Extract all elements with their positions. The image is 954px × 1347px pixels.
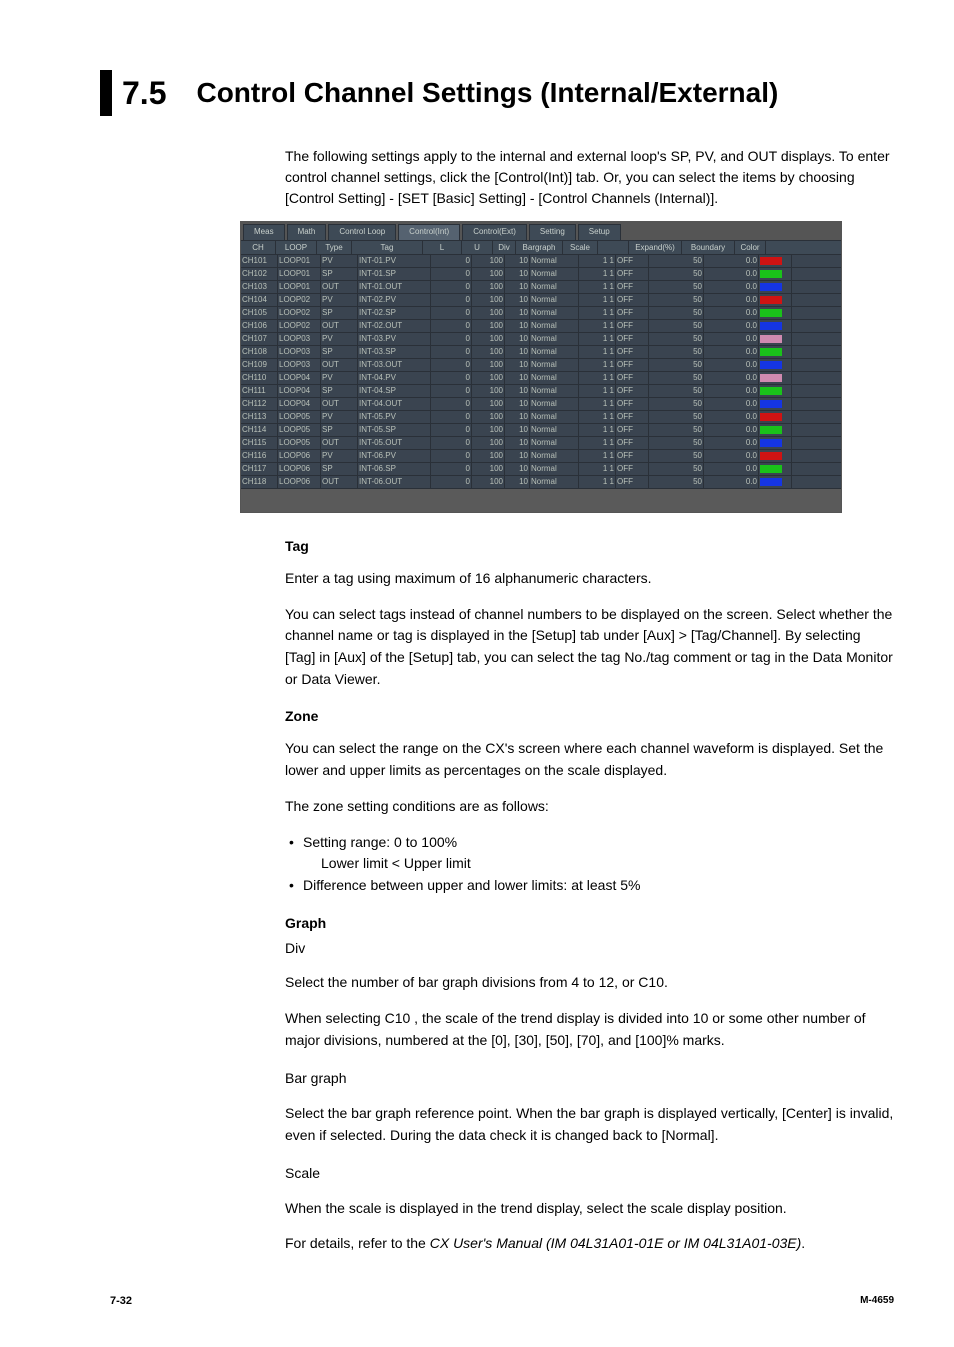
table-row: CH115LOOP05OUTINT-05.OUT010010Normal1 1O… bbox=[241, 437, 841, 450]
table-row: CH102LOOP01SPINT-01.SP010010Normal1 1OFF… bbox=[241, 268, 841, 281]
embedded-tab: Setup bbox=[578, 224, 621, 240]
zone-bullet-1a: Setting range: 0 to 100% bbox=[303, 834, 457, 850]
table-row: CH113LOOP05PVINT-05.PV010010Normal1 1OFF… bbox=[241, 411, 841, 424]
graph-bar-label: Bar graph bbox=[285, 1069, 894, 1089]
table-row: CH111LOOP04SPINT-04.SP010010Normal1 1OFF… bbox=[241, 385, 841, 398]
embedded-screenshot: MeasMathControl LoopControl(Int)Control(… bbox=[240, 221, 842, 513]
embedded-tab: Control Loop bbox=[328, 224, 396, 240]
table-row: CH106LOOP02OUTINT-02.OUT010010Normal1 1O… bbox=[241, 320, 841, 333]
graph-scale-label: Scale bbox=[285, 1164, 894, 1184]
table-row: CH108LOOP03SPINT-03.SP010010Normal1 1OFF… bbox=[241, 346, 841, 359]
embedded-tab: Control(Ext) bbox=[462, 224, 527, 240]
tag-heading: Tag bbox=[285, 538, 894, 554]
doc-id: M-4659 bbox=[860, 1295, 894, 1307]
section-title: Control Channel Settings (Internal/Exter… bbox=[196, 77, 778, 109]
col-color: Color bbox=[735, 241, 766, 254]
table-row: CH112LOOP04OUTINT-04.OUT010010Normal1 1O… bbox=[241, 398, 841, 411]
section-title-row: 7.5 Control Channel Settings (Internal/E… bbox=[100, 70, 894, 116]
zone-para-1: You can select the range on the CX's scr… bbox=[285, 738, 894, 781]
embedded-tab: Control(Int) bbox=[398, 224, 460, 240]
table-row: CH118LOOP06OUTINT-06.OUT010010Normal1 1O… bbox=[241, 476, 841, 489]
zone-para-2: The zone setting conditions are as follo… bbox=[285, 796, 894, 818]
graph-scale-para-2: For details, refer to the CX User's Manu… bbox=[285, 1233, 894, 1255]
table-row: CH103LOOP01OUTINT-01.OUT010010Normal1 1O… bbox=[241, 281, 841, 294]
graph-scale-para-1: When the scale is displayed in the trend… bbox=[285, 1198, 894, 1220]
table-row: CH109LOOP03OUTINT-03.OUT010010Normal1 1O… bbox=[241, 359, 841, 372]
zone-bullet-1b: Lower limit < Upper limit bbox=[303, 853, 894, 875]
section-number: 7.5 bbox=[122, 75, 166, 112]
col-div: Div bbox=[493, 241, 516, 254]
col-ch: CH bbox=[241, 241, 276, 254]
table-row: CH104LOOP02PVINT-02.PV010010Normal1 1OFF… bbox=[241, 294, 841, 307]
table-row: CH117LOOP06SPINT-06.SP010010Normal1 1OFF… bbox=[241, 463, 841, 476]
col-type: Type bbox=[317, 241, 352, 254]
graph-div-para-1: Select the number of bar graph divisions… bbox=[285, 972, 894, 994]
table-row: CH110LOOP04PVINT-04.PV010010Normal1 1OFF… bbox=[241, 372, 841, 385]
intro-paragraph: The following settings apply to the inte… bbox=[285, 146, 894, 209]
embedded-tab: Meas bbox=[243, 224, 285, 240]
col-onoff bbox=[598, 241, 629, 254]
graph-div-para-2: When selecting C10 , the scale of the tr… bbox=[285, 1008, 894, 1051]
table-row: CH116LOOP06PVINT-06.PV010010Normal1 1OFF… bbox=[241, 450, 841, 463]
table-row: CH114LOOP05SPINT-05.SP010010Normal1 1OFF… bbox=[241, 424, 841, 437]
col-loop: LOOP bbox=[276, 241, 317, 254]
table-row: CH101LOOP01PVINT-01.PV010010Normal1 1OFF… bbox=[241, 255, 841, 268]
col-boundary: Boundary bbox=[682, 241, 735, 254]
embedded-tab: Math bbox=[287, 224, 327, 240]
table-row: CH105LOOP02SPINT-02.SP010010Normal1 1OFF… bbox=[241, 307, 841, 320]
col-l: L bbox=[423, 241, 462, 254]
zone-bullets: Setting range: 0 to 100% Lower limit < U… bbox=[285, 832, 894, 897]
zone-bullet-1: Setting range: 0 to 100% Lower limit < U… bbox=[285, 832, 894, 875]
page-footer: 7-32 M-4659 bbox=[110, 1295, 894, 1307]
embedded-tab: Setting bbox=[529, 224, 576, 240]
col-scale: Scale bbox=[563, 241, 598, 254]
col-expand: Expand(%) bbox=[629, 241, 682, 254]
zone-bullet-2: Difference between upper and lower limit… bbox=[285, 875, 894, 897]
tag-para-2: You can select tags instead of channel n… bbox=[285, 604, 894, 691]
graph-bar-para: Select the bar graph reference point. Wh… bbox=[285, 1103, 894, 1146]
graph-div-label: Div bbox=[285, 939, 894, 959]
title-bar-icon bbox=[100, 70, 112, 116]
graph-heading: Graph bbox=[285, 915, 894, 931]
zone-heading: Zone bbox=[285, 708, 894, 724]
graph-scale-manual-ref: CX User's Manual (IM 04L31A01-01E or IM … bbox=[430, 1235, 802, 1251]
table-row: CH107LOOP03PVINT-03.PV010010Normal1 1OFF… bbox=[241, 333, 841, 346]
col-bar: Bargraph bbox=[516, 241, 563, 254]
tag-para-1: Enter a tag using maximum of 16 alphanum… bbox=[285, 568, 894, 590]
page-number: 7-32 bbox=[110, 1295, 132, 1307]
col-u: U bbox=[462, 241, 493, 254]
graph-scale-prefix: For details, refer to the bbox=[285, 1235, 430, 1251]
col-tag: Tag bbox=[352, 241, 423, 254]
